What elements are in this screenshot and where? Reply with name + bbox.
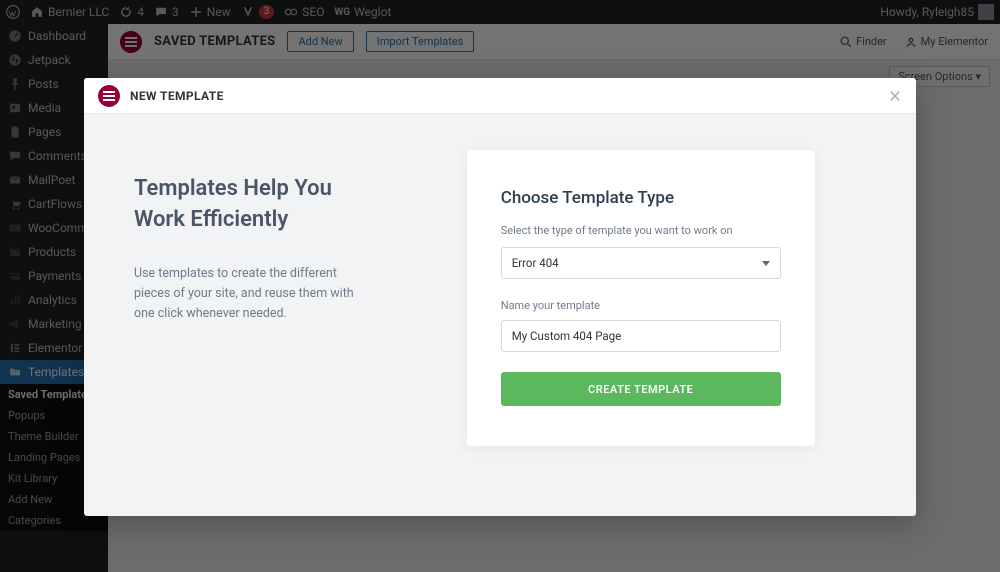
new-template-modal: NEW TEMPLATE Templates Help You Work Eff… <box>84 78 916 516</box>
close-icon <box>888 89 902 103</box>
create-template-button[interactable]: CREATE TEMPLATE <box>501 372 781 406</box>
modal-close-button[interactable] <box>888 89 902 103</box>
name-label: Name your template <box>501 299 781 312</box>
template-name-input[interactable] <box>501 320 781 352</box>
type-hint: Select the type of template you want to … <box>501 224 781 237</box>
card-title: Choose Template Type <box>501 188 781 208</box>
modal-header: NEW TEMPLATE <box>84 78 916 114</box>
chevron-down-icon <box>762 261 770 266</box>
modal-intro: Templates Help You Work Efficiently Use … <box>84 114 467 516</box>
modal-title: NEW TEMPLATE <box>130 89 224 103</box>
select-value: Error 404 <box>512 256 559 270</box>
elementor-logo <box>98 85 120 107</box>
intro-heading-line1: Templates Help You <box>134 176 332 201</box>
intro-heading-line2: Work Efficiently <box>134 207 288 232</box>
template-form-card: Choose Template Type Select the type of … <box>467 150 815 446</box>
intro-text: Use templates to create the different pi… <box>134 264 354 324</box>
template-type-select[interactable]: Error 404 <box>501 247 781 279</box>
intro-heading: Templates Help You Work Efficiently <box>134 174 419 236</box>
